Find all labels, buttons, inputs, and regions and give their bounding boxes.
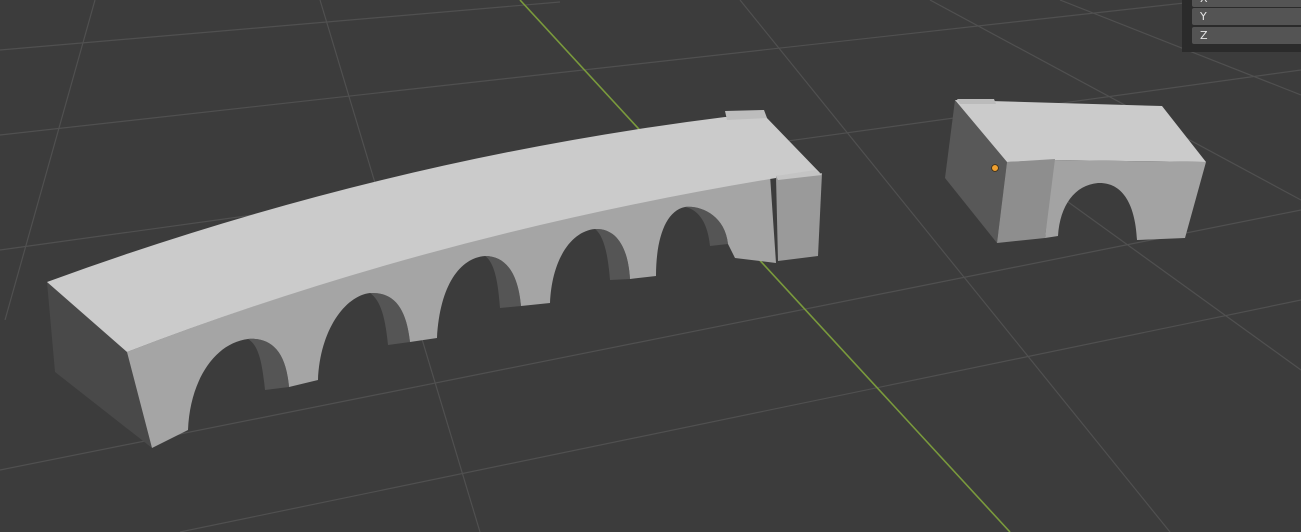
- axis-x-field[interactable]: X: [1192, 0, 1301, 7]
- axis-y-field[interactable]: Y: [1192, 8, 1301, 25]
- y-axis-line: [519, 0, 1011, 532]
- piece-front-wall: [1045, 160, 1206, 240]
- axis-z-field[interactable]: Z: [1192, 27, 1301, 44]
- 3d-viewport[interactable]: X Y Z: [0, 0, 1301, 532]
- grid-line: [739, 0, 1171, 532]
- bridge-mesh-piece[interactable]: [945, 99, 1206, 243]
- origin-point-icon: [991, 164, 999, 172]
- bridge-end-block: [776, 173, 822, 261]
- piece-notch: [957, 99, 996, 104]
- grid-line: [0, 1, 561, 51]
- transform-panel: X Y Z: [1182, 0, 1301, 52]
- bridge-mesh-main[interactable]: [47, 110, 822, 448]
- viewport-scene[interactable]: [0, 0, 1301, 532]
- grid-line: [179, 299, 1301, 532]
